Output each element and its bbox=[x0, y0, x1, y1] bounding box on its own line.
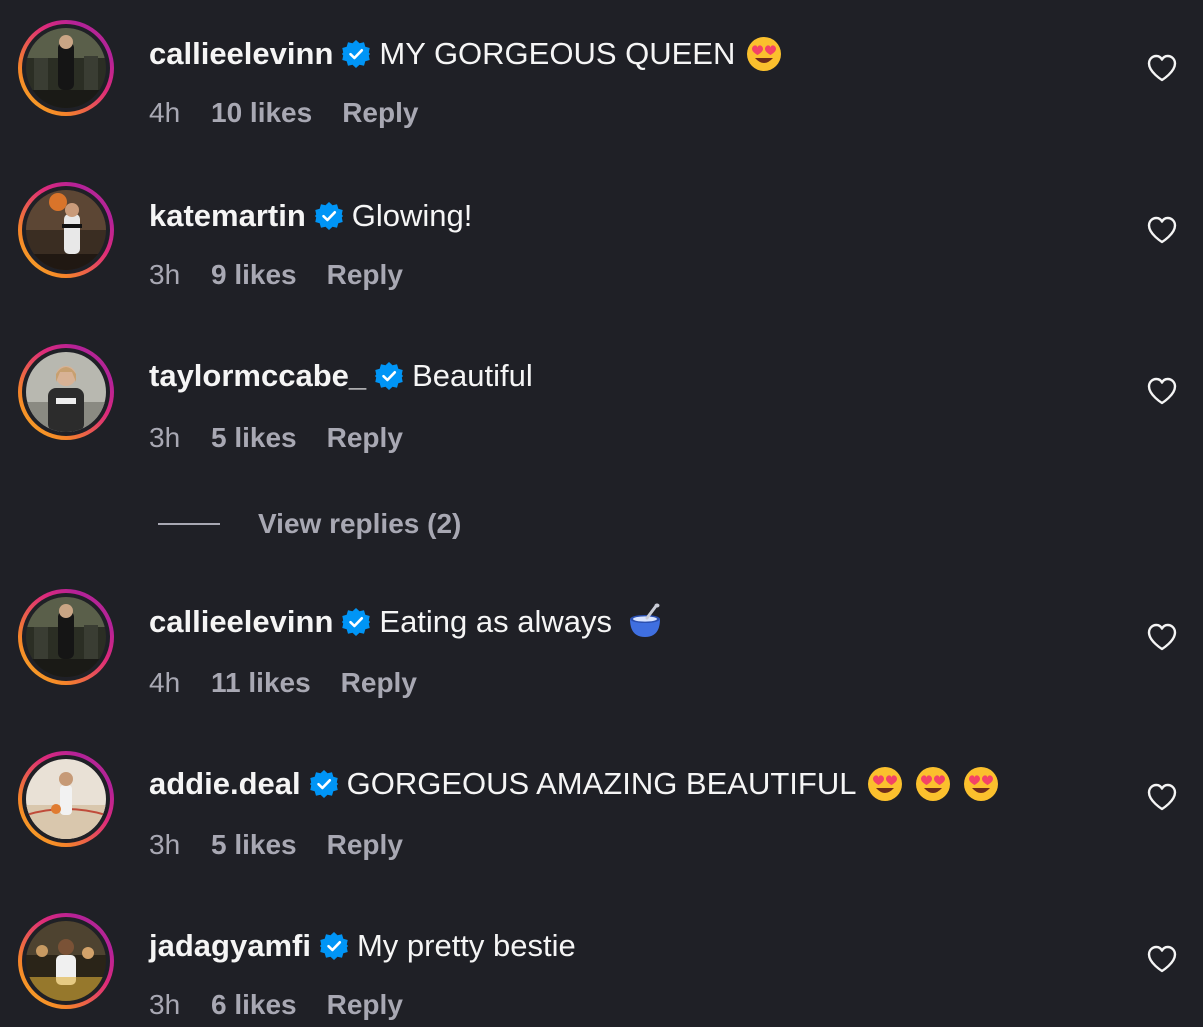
heart-eyes-emoji-icon bbox=[866, 765, 904, 803]
comment-item: taylormccabe_ Beautiful 3h 5 likes Reply bbox=[0, 344, 1203, 454]
comment-likes[interactable]: 5 likes bbox=[211, 827, 297, 863]
comment-timestamp: 3h bbox=[149, 829, 181, 860]
comment-timestamp: 3h bbox=[149, 422, 181, 453]
like-heart-icon[interactable] bbox=[1145, 374, 1179, 408]
avatar[interactable] bbox=[18, 913, 114, 1009]
reply-button[interactable]: Reply bbox=[327, 257, 403, 293]
comment-text: MY GORGEOUS QUEEN bbox=[379, 36, 736, 71]
comment-likes[interactable]: 10 likes bbox=[211, 95, 312, 131]
verified-badge-icon bbox=[309, 769, 339, 799]
avatar[interactable] bbox=[18, 344, 114, 440]
like-heart-icon[interactable] bbox=[1145, 780, 1179, 814]
comment-text: Glowing! bbox=[351, 198, 473, 233]
reply-button[interactable]: Reply bbox=[327, 987, 403, 1023]
reply-button[interactable]: Reply bbox=[342, 95, 418, 131]
reply-button[interactable]: Reply bbox=[341, 665, 417, 701]
view-replies-button[interactable]: View replies (2) bbox=[158, 506, 461, 542]
reply-button[interactable]: Reply bbox=[327, 827, 403, 863]
comment-timestamp: 4h bbox=[149, 667, 181, 698]
comment-username[interactable]: katemartin bbox=[149, 196, 306, 236]
comment-username[interactable]: callieelevinn bbox=[149, 34, 333, 74]
comment-likes[interactable]: 6 likes bbox=[211, 987, 297, 1023]
bowl-with-spoon-emoji-icon bbox=[626, 603, 664, 641]
comment-username[interactable]: callieelevinn bbox=[149, 602, 333, 642]
comment-text: Eating as always bbox=[379, 604, 613, 639]
like-heart-icon[interactable] bbox=[1145, 213, 1179, 247]
comment-text: Beautiful bbox=[412, 358, 533, 393]
comment-item: callieelevinn Eating as always 4h 11 lik… bbox=[0, 589, 1203, 699]
avatar[interactable] bbox=[18, 20, 114, 116]
verified-badge-icon bbox=[374, 361, 404, 391]
comment-text: GORGEOUS AMAZING BEAUTIFUL bbox=[346, 766, 857, 801]
comment-timestamp: 3h bbox=[149, 259, 181, 290]
comment-likes[interactable]: 11 likes bbox=[211, 665, 311, 701]
heart-eyes-emoji-icon bbox=[745, 35, 783, 73]
reply-button[interactable]: Reply bbox=[327, 420, 403, 456]
comment-username[interactable]: jadagyamfi bbox=[149, 926, 311, 966]
comments-list: callieelevinn MY GORGEOUS QUEEN 4h 10 li… bbox=[0, 0, 1203, 1027]
comment-timestamp: 4h bbox=[149, 97, 181, 128]
heart-eyes-emoji-icon bbox=[914, 765, 952, 803]
avatar[interactable] bbox=[18, 182, 114, 278]
divider bbox=[158, 523, 220, 525]
avatar[interactable] bbox=[18, 751, 114, 847]
like-heart-icon[interactable] bbox=[1145, 942, 1179, 976]
comment-username[interactable]: taylormccabe_ bbox=[149, 356, 366, 396]
comment-item: jadagyamfi My pretty bestie 3h 6 likes R… bbox=[0, 913, 1203, 1023]
verified-badge-icon bbox=[319, 931, 349, 961]
verified-badge-icon bbox=[341, 607, 371, 637]
comment-item: addie.deal GORGEOUS AMAZING BEAUTIFUL 3h… bbox=[0, 751, 1203, 861]
view-replies-label: View replies (2) bbox=[258, 508, 462, 539]
comment-timestamp: 3h bbox=[149, 989, 181, 1020]
comment-text: My pretty bestie bbox=[356, 928, 576, 963]
verified-badge-icon bbox=[314, 201, 344, 231]
like-heart-icon[interactable] bbox=[1145, 51, 1179, 85]
comment-username[interactable]: addie.deal bbox=[149, 764, 301, 804]
verified-badge-icon bbox=[341, 39, 371, 69]
heart-eyes-emoji-icon bbox=[962, 765, 1000, 803]
like-heart-icon[interactable] bbox=[1145, 620, 1179, 654]
comment-likes[interactable]: 9 likes bbox=[211, 257, 297, 293]
avatar[interactable] bbox=[18, 589, 114, 685]
comment-item: katemartin Glowing! 3h 9 likes Reply bbox=[0, 182, 1203, 292]
comment-likes[interactable]: 5 likes bbox=[211, 420, 297, 456]
comment-item: callieelevinn MY GORGEOUS QUEEN 4h 10 li… bbox=[0, 20, 1203, 130]
